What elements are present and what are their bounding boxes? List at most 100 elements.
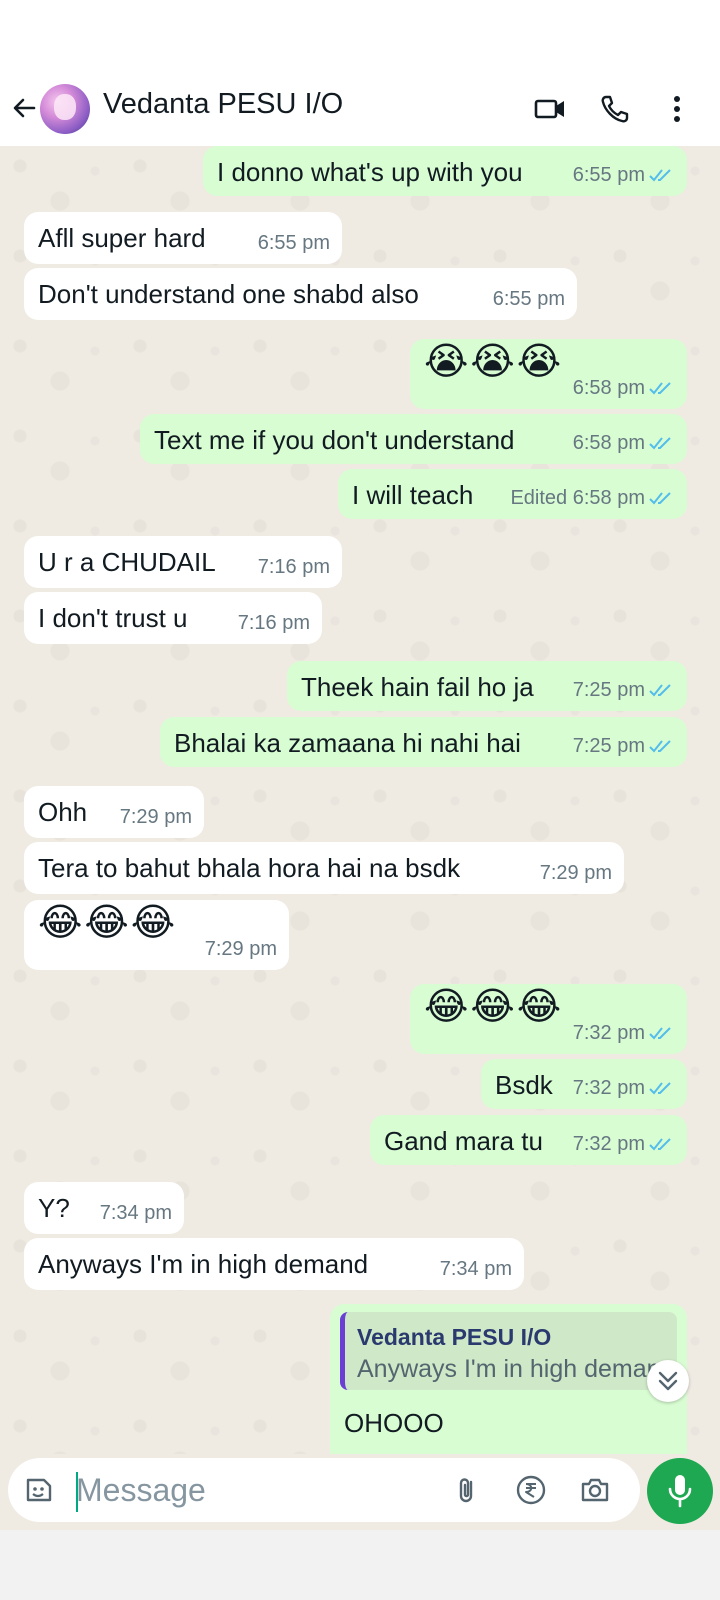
status-bar xyxy=(0,0,720,78)
read-ticks-icon xyxy=(649,1082,671,1095)
message-meta: 7:32 pm xyxy=(573,1018,675,1048)
message-outgoing[interactable]: Text me if you don't understand 6:58 pm xyxy=(140,414,687,464)
message-meta: 6:55 pm xyxy=(493,284,565,314)
message-meta: 7:32 pm xyxy=(573,1129,675,1159)
message-incoming[interactable]: I don't trust u 7:16 pm xyxy=(24,592,322,644)
payment-rupee-icon[interactable] xyxy=(515,1474,547,1506)
message-meta: 7:16 pm xyxy=(258,552,330,582)
contact-avatar[interactable] xyxy=(40,84,90,134)
message-text: Gand mara tu xyxy=(384,1126,543,1156)
message-meta: 7:29 pm xyxy=(205,934,277,964)
message-meta: 7:29 pm xyxy=(540,858,612,888)
message-meta: 7:34 pm xyxy=(100,1198,172,1228)
message-outgoing[interactable]: 😭😭😭 6:58 pm xyxy=(410,339,687,409)
message-text: I will teach xyxy=(352,480,474,510)
composer xyxy=(0,1454,720,1530)
more-options-icon[interactable] xyxy=(660,92,694,126)
message-text: Theek hain fail ho ja xyxy=(301,672,534,702)
back-arrow-icon[interactable] xyxy=(10,94,38,122)
message-meta: 6:58 pm xyxy=(573,428,675,458)
message-incoming[interactable]: U r a CHUDAIL 7:16 pm xyxy=(24,536,342,588)
camera-icon[interactable] xyxy=(579,1474,611,1506)
message-outgoing[interactable]: Theek hain fail ho ja 7:25 pm xyxy=(287,661,687,711)
message-time: 7:32 pm xyxy=(572,1022,645,1044)
message-text: Text me if you don't understand xyxy=(154,425,515,455)
double-chevron-down-icon xyxy=(658,1371,678,1391)
message-input[interactable] xyxy=(68,1464,436,1516)
message-text: I donno what's up with you xyxy=(217,157,523,187)
chat-header: Vedanta PESU I/O xyxy=(0,78,720,146)
attach-icon[interactable] xyxy=(451,1474,483,1506)
message-text: Tera to bahut bhala hora hai na bsdk xyxy=(38,853,461,883)
read-ticks-icon xyxy=(649,382,671,395)
read-ticks-icon xyxy=(649,492,671,505)
message-incoming[interactable]: 😂😂😂 7:29 pm xyxy=(24,900,289,970)
message-incoming[interactable]: Don't understand one shabd also 6:55 pm xyxy=(24,268,577,320)
message-text: Bsdk xyxy=(495,1070,553,1100)
message-time: 7:29 pm xyxy=(119,806,192,828)
message-outgoing-reply[interactable]: Vedanta PESU I/O Anyways I'm in high dem… xyxy=(330,1304,687,1454)
video-call-icon[interactable] xyxy=(533,92,567,126)
message-time: 7:29 pm xyxy=(204,938,277,960)
message-incoming[interactable]: Tera to bahut bhala hora hai na bsdk 7:2… xyxy=(24,842,624,894)
read-ticks-icon xyxy=(649,684,671,697)
message-time: 6:55 pm xyxy=(572,164,645,186)
message-time: 7:34 pm xyxy=(99,1202,172,1224)
message-time: 6:58 pm xyxy=(572,432,645,454)
message-text: Don't understand one shabd also xyxy=(38,279,419,309)
message-outgoing[interactable]: Bsdk 7:32 pm xyxy=(481,1059,687,1109)
message-meta: 6:55 pm xyxy=(573,160,675,190)
mic-icon xyxy=(668,1475,692,1508)
message-outgoing[interactable]: Gand mara tu 7:32 pm xyxy=(370,1115,687,1165)
message-time: 7:32 pm xyxy=(572,1133,645,1155)
message-outgoing[interactable]: 😂😂😂 7:32 pm xyxy=(410,984,687,1054)
message-outgoing[interactable]: I donno what's up with you 6:55 pm xyxy=(203,146,687,196)
message-meta: 7:34 pm xyxy=(440,1254,512,1284)
contact-name[interactable]: Vedanta PESU I/O xyxy=(103,88,343,121)
message-text: Anyways I'm in high demand xyxy=(38,1249,369,1279)
read-ticks-icon xyxy=(649,740,671,753)
read-ticks-icon xyxy=(649,1138,671,1151)
message-text: I don't trust u xyxy=(38,603,188,633)
message-emoji: 😭😭😭 xyxy=(424,341,564,383)
message-text: U r a CHUDAIL xyxy=(38,547,216,577)
quoted-text: Anyways I'm in high demand xyxy=(357,1355,667,1383)
message-time: 7:25 pm xyxy=(572,735,645,757)
voice-message-button[interactable] xyxy=(647,1458,713,1524)
read-ticks-icon xyxy=(649,437,671,450)
message-text: Bhalai ka zamaana hi nahi hai xyxy=(174,728,521,758)
message-meta: 7:32 pm xyxy=(573,1073,675,1103)
message-list[interactable]: I donno what's up with you 6:55 pm Afll … xyxy=(0,146,720,1454)
message-time: 7:34 pm xyxy=(439,1258,512,1280)
message-incoming[interactable]: Y? 7:34 pm xyxy=(24,1182,184,1234)
voice-call-icon[interactable] xyxy=(598,92,632,126)
message-emoji: 😂😂😂 xyxy=(38,902,178,944)
system-navigation-bar xyxy=(0,1530,720,1600)
message-time: 7:16 pm xyxy=(257,556,330,578)
message-meta: 7:29 pm xyxy=(120,802,192,832)
emoji-sticker-icon[interactable] xyxy=(22,1474,54,1506)
scroll-to-bottom-button[interactable] xyxy=(647,1360,689,1402)
read-ticks-icon xyxy=(649,169,671,182)
message-meta: 7:16 pm xyxy=(238,608,310,638)
message-outgoing[interactable]: I will teach Edited 6:58 pm xyxy=(338,469,687,519)
read-ticks-icon xyxy=(649,1027,671,1040)
message-time: 7:25 pm xyxy=(572,679,645,701)
message-text: Afll super hard xyxy=(38,223,206,253)
message-text: Ohh xyxy=(38,797,88,827)
quoted-sender: Vedanta PESU I/O xyxy=(357,1324,552,1350)
quoted-message[interactable]: Vedanta PESU I/O Anyways I'm in high dem… xyxy=(340,1312,677,1390)
message-time: 7:16 pm xyxy=(237,612,310,634)
message-incoming[interactable]: Afll super hard 6:55 pm xyxy=(24,212,342,264)
message-incoming[interactable]: Ohh 7:29 pm xyxy=(24,786,204,838)
message-text: Y? xyxy=(38,1193,70,1223)
message-outgoing[interactable]: Bhalai ka zamaana hi nahi hai 7:25 pm xyxy=(160,717,687,767)
message-incoming[interactable]: Anyways I'm in high demand 7:34 pm xyxy=(24,1238,524,1290)
message-input-container[interactable] xyxy=(8,1458,640,1522)
message-time: 6:58 pm xyxy=(572,377,645,399)
message-meta: 7:25 pm xyxy=(573,731,675,761)
message-meta: Edited 6:58 pm xyxy=(510,483,675,513)
message-time: 6:55 pm xyxy=(492,288,565,310)
message-meta: 6:58 pm xyxy=(573,373,675,403)
message-time: Edited 6:58 pm xyxy=(510,487,645,509)
